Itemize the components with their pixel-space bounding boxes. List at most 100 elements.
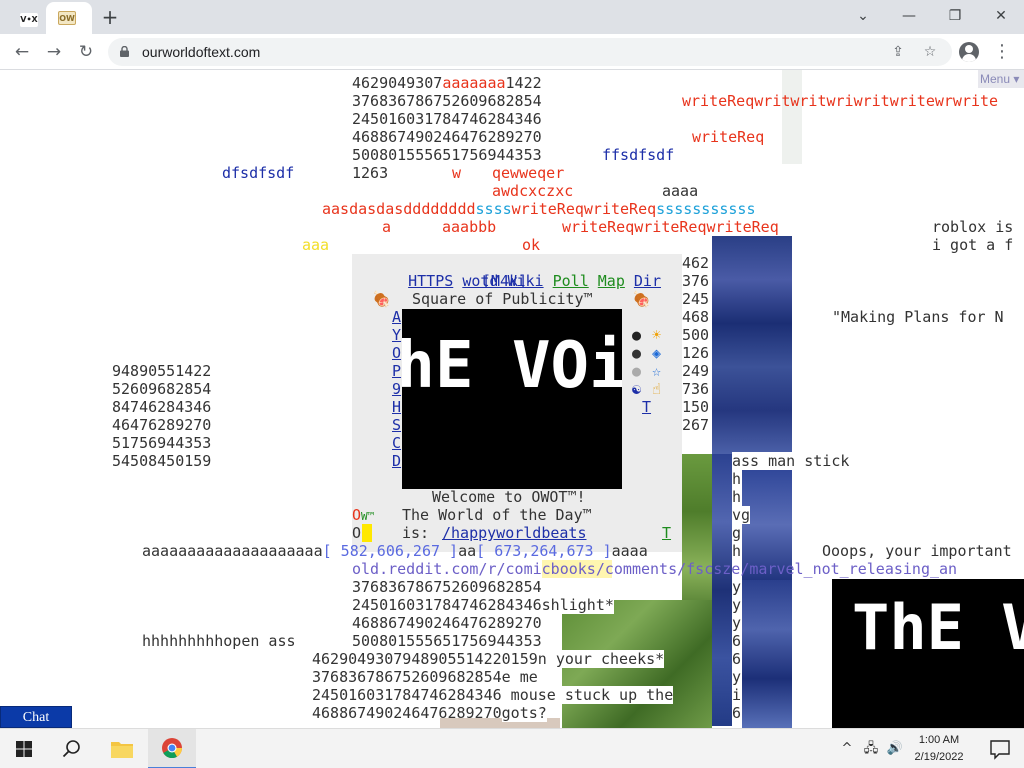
share-icon[interactable]: ⇪ [888,42,908,62]
text-line: 94890551422 [112,362,212,380]
menu-button[interactable]: Menu ▾ [978,70,1024,88]
search-button[interactable] [48,729,96,768]
the-void-logo[interactable]: ThE VOiD [402,309,622,489]
url-text[interactable]: ourworldoftext.com [142,44,260,60]
text-line: 500801555651756944353 [352,632,542,650]
volume-icon[interactable]: 🔊 [886,739,904,759]
pixel-block-blue-3 [742,580,792,728]
text-run: mouse stuck up the [501,686,674,704]
diamond-icon[interactable]: ◈ [652,344,661,362]
start-button[interactable] [0,729,48,768]
wotd-link[interactable]: /happyworldbeats [442,524,587,542]
dir-link[interactable]: Dir [634,272,661,290]
sop-left-link[interactable]: Y [392,326,401,344]
profile-avatar-icon[interactable] [959,42,979,62]
poll-link[interactable]: Poll [553,272,589,290]
text-line: "Making Plans for N [832,308,1004,326]
m4k-link[interactable]: [M4k] [482,272,527,290]
text-line: 249 [682,362,710,380]
coord-link[interactable]: [ 582,606,267 ] [323,542,458,560]
text-line: 150 [682,398,710,416]
text-line: 376836786752609682854e me [312,668,538,686]
folder-icon [111,742,133,758]
text-line: h [732,542,742,560]
meat-left-icon: 🍖 [372,290,391,308]
the-void-logo-second: ThE VOiD [832,579,1024,728]
sop-left-link[interactable]: S [392,416,401,434]
text-run: aa [458,542,477,560]
text-line: 267 [682,416,710,434]
lock-icon[interactable] [120,46,129,57]
text-line: 245016031784746284346 [352,110,542,128]
text-line: 126 [682,344,710,362]
bookmark-star-icon[interactable]: ☆ [920,42,940,62]
grey-dot-icon[interactable]: ● [632,362,641,380]
search-icon [62,740,80,758]
sop-left-link[interactable]: C [392,434,401,452]
text-line: 376836786752609682854 [352,578,542,596]
network-icon[interactable]: 🖧 [862,739,880,759]
text-line: ass man stick [732,452,850,470]
black-dot-icon[interactable]: ● [632,326,641,344]
show-hidden-icons-chevron-icon[interactable]: ^ [838,739,856,759]
t-link[interactable]: T [642,398,651,416]
sop-left-link[interactable]: P [392,362,401,380]
sop-left-link[interactable]: 9 [392,380,401,398]
chat-button[interactable]: Chat [0,706,72,728]
close-window-button[interactable]: ✕ [978,2,1024,30]
text-run: sssssssssss [656,200,756,218]
text-line: 1263 [352,164,389,182]
browser-menu-icon[interactable]: ⋮ [992,38,1012,66]
windows-logo-icon [16,741,32,757]
text-line: writeReqwriteReqwriteReq [562,218,779,236]
reddit-url-link[interactable]: old.reddit.com/r/comicbooks/comments/fsc… [352,560,957,578]
text-run: 1422 [505,74,542,92]
file-explorer-button[interactable] [98,729,146,768]
text-run: 245016031784746284346 [352,596,542,614]
https-link[interactable]: HTTPS [408,272,453,290]
is-label: is: [402,524,430,542]
chrome-icon [162,738,183,759]
text-run: ssss [475,200,512,218]
tab-search-dropdown-icon[interactable]: ⌄ [840,2,886,30]
world-canvas[interactable]: 4629049307aaaaaaa1422 376836786752609682… [0,70,1024,728]
new-tab-button[interactable]: + [98,4,122,30]
pointing-hand-icon[interactable]: ☝ [652,380,661,398]
text-line: 736 [682,380,710,398]
taskbar-clock[interactable]: 1:00 AM 2/19/2022 [908,732,970,766]
dark-dot-icon[interactable]: ● [632,344,641,362]
t-green-link[interactable]: T [662,524,671,542]
address-bar[interactable]: ourworldoftext.com ⇪ ☆ [108,38,952,66]
text-line: 376 [682,272,710,290]
text-line: 500801555651756944353 [352,146,542,164]
text-line: y [732,668,742,686]
text-line: 6 [732,650,742,668]
yin-yang-icon[interactable]: ☯ [632,380,641,398]
chrome-taskbar-button[interactable] [148,729,196,768]
tab-ourworldoftext[interactable]: OW [46,2,92,34]
tab-inactive[interactable]: V•X [8,4,44,34]
text-line: awdcxczxc [492,182,574,200]
sop-left-link[interactable]: O [392,344,401,362]
text-line: aasdasdasddddddddsssswriteReqwriteReqsss… [322,200,756,218]
forward-button[interactable]: → [40,38,68,66]
back-button[interactable]: ← [8,38,36,66]
star-icon[interactable]: ☆ [652,362,661,380]
notifications-button[interactable] [976,729,1024,768]
restore-button[interactable]: ❐ [932,2,978,30]
reload-button[interactable]: ↻ [72,38,100,66]
sop-left-link[interactable]: H [392,398,401,416]
coord-link[interactable]: [ 673,264,673 ] [476,542,611,560]
minimize-button[interactable]: — [886,2,932,30]
map-link[interactable]: Map [598,272,625,290]
text-line: 500 [682,326,710,344]
sop-left-link[interactable]: D [392,452,401,470]
text-run: 4629049307948905514220159 [312,650,538,668]
sop-left-link[interactable]: A [392,308,401,326]
text-line: 468867490246476289270 [352,128,542,146]
meat-right-icon: 🍖 [632,290,651,308]
pixel-block-blue [712,236,792,454]
yellow-square [362,524,372,542]
sun-icon[interactable]: ☀ [652,326,661,344]
text-run: aaaa [611,542,648,560]
